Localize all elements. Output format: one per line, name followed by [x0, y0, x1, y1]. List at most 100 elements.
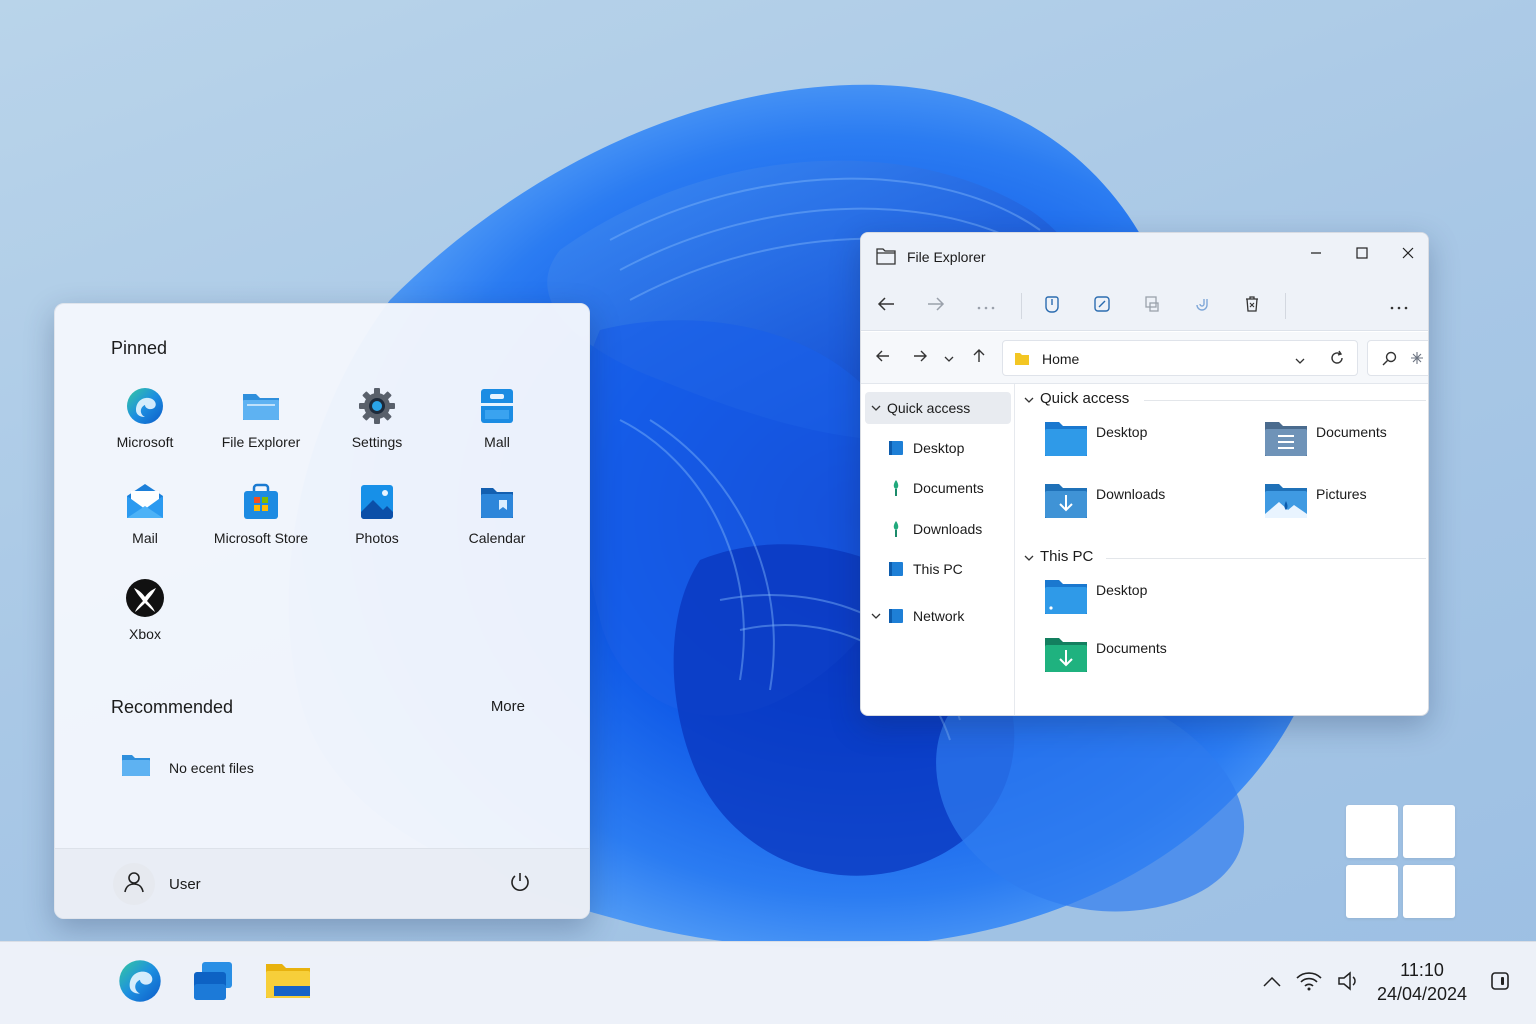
recommended-empty-label: No ecent files — [169, 759, 254, 776]
show-hidden-icons-button[interactable] — [1257, 968, 1287, 998]
folder-tile-pc-documents[interactable]: Documents — [1044, 634, 1167, 677]
group-header-quick-access[interactable]: Quick access — [1024, 390, 1129, 407]
nav-item-network[interactable]: Network — [865, 600, 1011, 632]
arrow-right-icon — [927, 296, 945, 317]
file-explorer-icon — [241, 386, 281, 426]
file-explorer-window: File Explorer Home Quick access Desktop … — [860, 232, 1429, 716]
taskbar-edge[interactable] — [115, 958, 165, 1008]
pinned-app-microsoft-edge[interactable]: Microsoft — [85, 386, 205, 450]
share-icon — [1193, 295, 1211, 318]
pinned-app-mall[interactable]: Mall — [437, 386, 557, 450]
snap-zone-top-left[interactable] — [1346, 805, 1398, 858]
folder-tile-documents[interactable]: Documents — [1264, 418, 1387, 461]
pinned-app-photos[interactable]: Photos — [317, 482, 437, 546]
start-footer: User — [55, 848, 589, 918]
address-bar[interactable]: Home — [1002, 340, 1358, 376]
downloads-icon — [887, 520, 905, 538]
share-command[interactable] — [1185, 289, 1219, 323]
snap-zone-bottom-right[interactable] — [1403, 865, 1455, 918]
downloads-folder-icon — [1044, 480, 1088, 523]
calendar-icon — [477, 482, 517, 522]
person-icon — [123, 871, 145, 898]
close-button[interactable] — [1386, 239, 1428, 271]
group-title: Quick access — [1040, 390, 1130, 407]
more-options-command[interactable] — [969, 289, 1003, 323]
chevron-down-icon — [865, 405, 887, 411]
nav-up-button[interactable] — [965, 344, 993, 372]
nav-item-desktop[interactable]: Desktop — [865, 432, 1011, 464]
group-header-this-pc[interactable]: This PC — [1024, 548, 1093, 565]
back-command[interactable] — [869, 289, 903, 323]
group-divider — [1106, 558, 1426, 559]
folder-tile-downloads[interactable]: Downloads — [1044, 480, 1165, 523]
taskbar-widgets[interactable] — [189, 958, 239, 1008]
delete-command[interactable] — [1235, 289, 1269, 323]
maximize-icon — [1356, 246, 1368, 264]
chevron-down-icon[interactable] — [1295, 351, 1305, 369]
search-icon — [1382, 351, 1398, 372]
folder-tile-pictures[interactable]: Pictures — [1264, 480, 1367, 523]
paste-icon — [1143, 295, 1161, 318]
volume-button[interactable] — [1334, 968, 1364, 998]
command-separator — [1285, 293, 1286, 319]
taskbar-clock[interactable]: 11:10 24/04/2024 — [1364, 958, 1480, 1006]
pinned-app-settings[interactable]: Settings — [317, 386, 437, 450]
snap-layout-grid — [1346, 805, 1456, 918]
refresh-icon[interactable] — [1329, 350, 1345, 371]
chevron-down-icon — [865, 613, 887, 619]
chevron-up-icon — [1263, 974, 1281, 992]
folder-tile-desktop[interactable]: Desktop — [1044, 418, 1147, 461]
nav-item-downloads[interactable]: Downloads — [865, 513, 1011, 545]
see-more-command[interactable] — [1382, 289, 1416, 323]
folder-icon — [1015, 352, 1029, 370]
folder-icon — [121, 752, 151, 783]
tile-label: Documents — [1096, 640, 1167, 656]
pinned-app-calendar[interactable]: Calendar — [437, 482, 557, 546]
pinned-app-xbox[interactable]: Xbox — [85, 578, 205, 642]
folder-tile-pc-desktop[interactable]: Desktop — [1044, 576, 1147, 619]
pinned-app-mail[interactable]: Mail — [85, 482, 205, 546]
paste-command[interactable] — [1135, 289, 1169, 323]
power-button[interactable] — [509, 871, 531, 898]
maximize-button[interactable] — [1340, 239, 1384, 271]
arrow-left-icon — [877, 296, 895, 317]
nav-forward-button[interactable] — [906, 344, 934, 372]
clock-date: 24/04/2024 — [1376, 984, 1468, 1004]
network-status-button[interactable] — [1294, 968, 1324, 998]
start-menu: Pinned Microsoft File Explorer Settings — [54, 303, 590, 919]
recent-locations-button[interactable] — [935, 344, 963, 372]
title-bar[interactable]: File Explorer — [861, 233, 1428, 281]
taskbar-file-explorer[interactable] — [263, 958, 313, 1008]
envelope-icon — [125, 482, 165, 522]
cut-command[interactable] — [1035, 289, 1069, 323]
minimize-button[interactable] — [1294, 239, 1338, 271]
tile-label: Downloads — [1096, 486, 1166, 502]
forward-command[interactable] — [919, 289, 953, 323]
notifications-button[interactable] — [1485, 968, 1515, 998]
mail-app-icon — [477, 386, 517, 426]
nav-back-button[interactable] — [869, 344, 897, 372]
command-separator — [1021, 293, 1022, 319]
clock-time: 11:10 — [1400, 960, 1444, 980]
nav-item-quick-access[interactable]: Quick access — [865, 392, 1011, 424]
nav-item-this-pc[interactable]: This PC — [865, 553, 1011, 585]
sparkle-icon — [1410, 351, 1424, 370]
pictures-folder-icon — [1264, 480, 1308, 523]
user-account-button[interactable]: User — [113, 863, 201, 905]
pinned-app-label: Photos — [355, 530, 399, 546]
pinned-app-label: File Explorer — [221, 434, 301, 450]
snap-zone-top-right[interactable] — [1403, 805, 1455, 858]
pinned-app-label: Mail — [132, 530, 158, 546]
pinned-app-file-explorer[interactable]: File Explorer — [201, 386, 321, 450]
group-title: This PC — [1040, 548, 1094, 565]
pinned-app-microsoft-store[interactable]: Microsoft Store — [201, 482, 321, 546]
volume-icon — [1337, 970, 1361, 996]
snap-zone-bottom-left[interactable] — [1346, 865, 1398, 918]
copy-command[interactable] — [1085, 289, 1119, 323]
nav-item-documents[interactable]: Documents — [865, 472, 1011, 504]
search-box[interactable] — [1367, 340, 1428, 376]
minimize-icon — [1310, 246, 1322, 264]
tile-label: Desktop — [1096, 582, 1148, 598]
more-button[interactable]: More — [491, 698, 525, 715]
nav-item-label: Downloads — [913, 521, 983, 537]
